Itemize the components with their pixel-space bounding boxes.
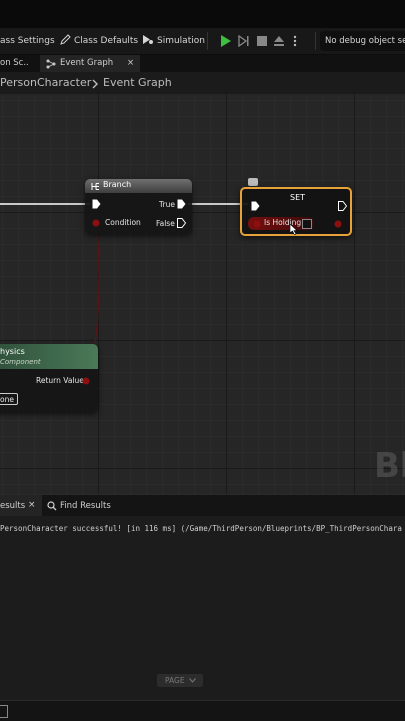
top-black-bar — [0, 0, 405, 28]
wires — [0, 203, 248, 351]
mouse-cursor-icon — [290, 224, 298, 235]
blueprint-toolbar: ass Settings Class Defaults Simulation N… — [0, 28, 405, 55]
tab-close-icon[interactable]: × — [127, 55, 134, 72]
graph-icon — [46, 59, 56, 69]
class-defaults-label: Class Defaults — [74, 36, 139, 46]
set-exec-out-pin[interactable] — [338, 201, 347, 211]
stop-icon[interactable] — [256, 35, 268, 47]
branch-false-pin[interactable] — [177, 218, 186, 228]
branch-exec-in-pin[interactable] — [92, 199, 101, 209]
log-line: PersonCharacter successful! [in 116 ms] … — [0, 524, 402, 533]
is-holding-checkbox[interactable] — [302, 219, 312, 229]
compiler-log: PersonCharacter successful! [in 116 ms] … — [0, 516, 405, 700]
branch-icon — [91, 183, 99, 190]
return-value-label: Return Value — [36, 376, 84, 385]
simulation-button[interactable]: Simulation — [142, 28, 205, 54]
bottom-panel-tabs: esults × Find Results — [0, 494, 405, 517]
physics-subtitle: Component — [0, 358, 41, 366]
chevron-down-icon — [189, 678, 196, 683]
set-exec-in-pin[interactable] — [251, 201, 260, 211]
class-defaults-button[interactable]: Class Defaults — [60, 28, 138, 54]
is-holding-input-pin[interactable] — [253, 220, 261, 228]
tab-find-results[interactable]: Find Results — [44, 495, 114, 517]
compiler-results-label: esults — [0, 501, 26, 511]
branch-node-header: Branch — [85, 179, 192, 193]
physics-component-node[interactable]: hysics Component Return Value one — [0, 344, 98, 412]
page-label: PAGE — [165, 676, 185, 685]
debug-object-select[interactable]: No debug object selec — [320, 31, 405, 51]
page-dropdown[interactable]: PAGE — [157, 674, 203, 687]
condition-label: Condition — [105, 218, 141, 227]
play-icon[interactable] — [220, 35, 232, 47]
step-icon[interactable] — [238, 35, 250, 47]
search-icon — [47, 501, 57, 511]
tab-construction-script[interactable]: on Sc.. — [0, 55, 38, 72]
breadcrumb-current: Event Graph — [103, 76, 172, 89]
blueprint-watermark: Bl — [374, 446, 405, 486]
chevron-right-icon — [92, 79, 98, 89]
simulation-icon — [143, 35, 153, 44]
event-graph-canvas[interactable]: Branch True Condition False SET Is Holdi… — [0, 94, 405, 494]
simulation-label: Simulation — [157, 36, 205, 46]
branch-node[interactable]: Branch True Condition False — [85, 179, 192, 234]
toolbar-divider — [207, 32, 208, 50]
false-label: False — [156, 219, 175, 228]
set-title: SET — [290, 193, 306, 202]
breadcrumb-parent[interactable]: PersonCharacter — [0, 76, 91, 89]
branch-title: Branch — [103, 180, 132, 189]
branch-true-pin[interactable] — [177, 199, 186, 209]
class-settings-button[interactable]: ass Settings — [0, 28, 55, 54]
tab-event-graph[interactable]: Event Graph × — [40, 55, 140, 72]
content-drawer-button[interactable] — [0, 705, 8, 718]
find-results-label: Find Results — [60, 501, 111, 511]
is-holding-output-pin[interactable] — [334, 220, 342, 228]
tab-close-icon[interactable]: × — [28, 500, 36, 510]
eject-icon[interactable] — [273, 35, 285, 47]
breadcrumb: PersonCharacter Event Graph — [0, 72, 405, 94]
comment-bubble-icon[interactable] — [248, 178, 258, 186]
return-value-pin[interactable] — [82, 377, 90, 385]
condition-pin[interactable] — [92, 219, 100, 227]
pencil-icon — [60, 34, 71, 45]
tab-compiler-results[interactable]: esults × — [0, 495, 42, 517]
physics-input-field[interactable]: one — [0, 393, 18, 405]
tab-label: on Sc.. — [0, 58, 29, 68]
document-tabs: on Sc.. Event Graph × — [0, 55, 405, 72]
more-options-icon[interactable] — [292, 35, 298, 47]
bool-wire — [93, 223, 100, 351]
toolbar-divider — [315, 32, 316, 50]
status-bar — [0, 700, 405, 721]
true-label: True — [159, 200, 175, 209]
physics-node-header: hysics Component — [0, 344, 98, 369]
physics-title: hysics — [0, 347, 25, 356]
tab-label: Event Graph — [60, 58, 114, 68]
